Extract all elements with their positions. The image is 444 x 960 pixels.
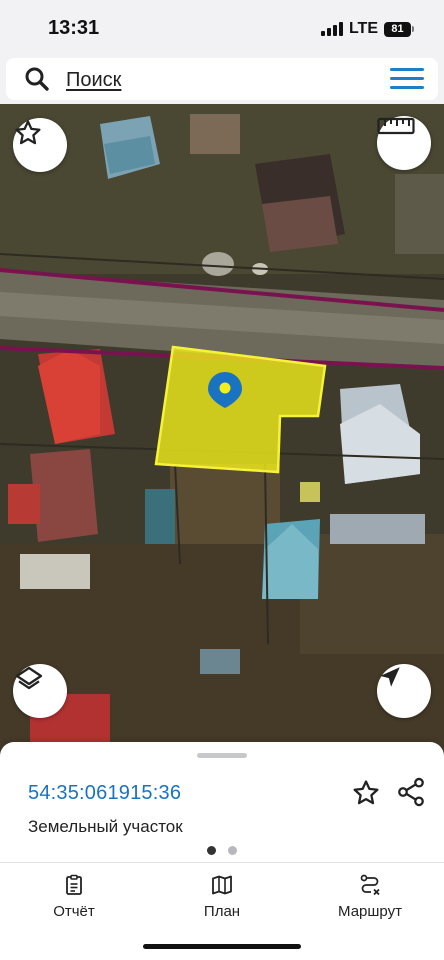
tab-report-label: Отчёт — [53, 903, 95, 920]
route-icon — [360, 874, 380, 896]
signal-icon — [320, 22, 343, 36]
ruler-icon — [377, 117, 415, 135]
parcel-info-sheet[interactable]: 54:35:061915:36 Земельный участок — [0, 742, 444, 866]
ruler-button[interactable] — [377, 116, 431, 170]
home-indicator[interactable] — [143, 944, 301, 949]
parcel-type: Земельный участок — [28, 817, 183, 836]
sheet-drag-handle[interactable] — [197, 753, 247, 758]
search-icon[interactable] — [24, 66, 50, 92]
clipboard-icon — [66, 874, 82, 895]
layers-button[interactable] — [13, 664, 67, 718]
tab-route[interactable]: Маршрут — [310, 873, 430, 920]
page-dot-active — [207, 846, 216, 855]
tab-plan-label: План — [203, 903, 241, 920]
page-dot — [228, 846, 237, 855]
locate-button[interactable] — [377, 664, 431, 718]
cadastral-number[interactable]: 54:35:061915:36 — [28, 782, 181, 805]
status-time: 13:31 — [48, 17, 100, 39]
search-area: Поиск — [0, 56, 444, 104]
navigation-arrow-icon — [380, 667, 400, 687]
battery-level: 81 — [384, 21, 411, 37]
map-icon — [212, 875, 232, 895]
search-bar[interactable]: Поиск — [6, 58, 438, 100]
battery-icon: 81 — [384, 21, 414, 37]
page-indicator — [207, 846, 237, 855]
menu-icon[interactable] — [390, 68, 424, 90]
tab-route-label: Маршрут — [338, 903, 402, 920]
star-icon — [15, 120, 41, 145]
star-icon[interactable] — [351, 778, 381, 808]
share-icon[interactable] — [395, 776, 427, 808]
favorite-button[interactable] — [13, 118, 67, 172]
status-bar: 13:31 LTE 81 — [0, 0, 444, 56]
tab-report[interactable]: Отчёт — [14, 873, 134, 920]
network-type: LTE — [348, 20, 378, 37]
search-input[interactable]: Поиск — [66, 69, 121, 92]
layers-icon — [15, 666, 43, 690]
map-view[interactable] — [0, 104, 444, 764]
tab-plan[interactable]: План — [162, 873, 282, 920]
status-indicators: LTE 81 — [320, 20, 414, 38]
